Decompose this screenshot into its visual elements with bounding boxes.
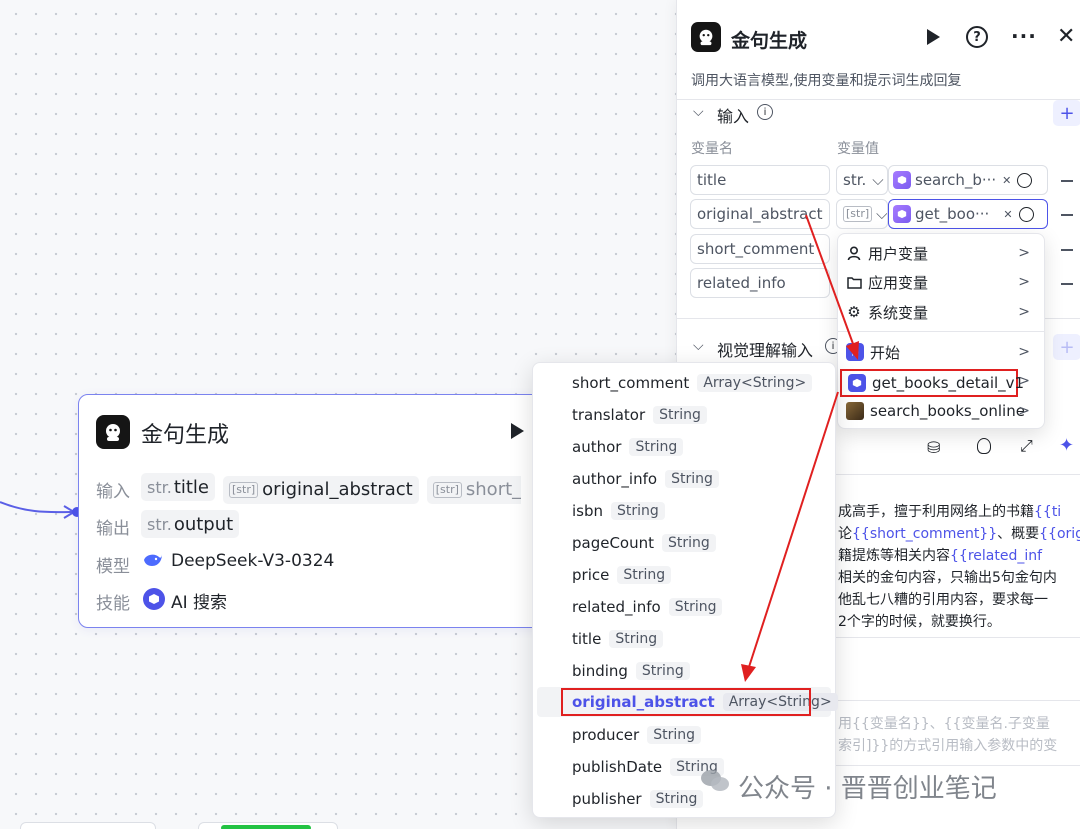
bottom-control-green[interactable] xyxy=(198,822,338,829)
annotation-arrows xyxy=(741,214,859,682)
wechat-icon xyxy=(700,768,730,794)
watermark-text: 公众号 · 晋晋创业笔记 xyxy=(738,774,997,804)
bottom-control[interactable] xyxy=(20,822,156,829)
